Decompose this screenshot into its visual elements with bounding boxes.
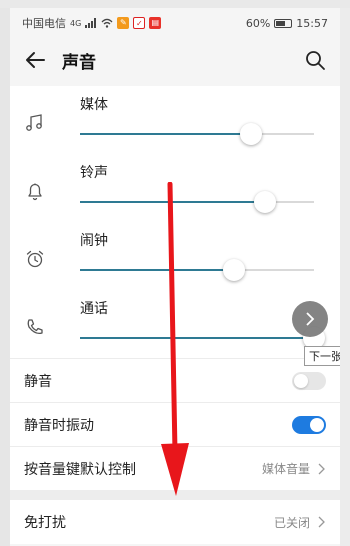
baidu-watermark: Baidu [230, 498, 288, 519]
volume-key-control-value: 媒体音量 [261, 462, 310, 476]
silent-toggle[interactable] [292, 371, 326, 390]
signal-icon [85, 18, 97, 28]
do-not-disturb-row[interactable]: 免打扰 已关闭 [10, 500, 340, 544]
call-volume-slider[interactable] [80, 327, 325, 349]
volume-row-call: 通话 [10, 290, 340, 358]
vibrate-when-silent-toggle[interactable] [292, 415, 326, 434]
carrier-label: 中国电信 [22, 17, 66, 30]
slider-fill [80, 337, 314, 339]
slider-thumb[interactable] [253, 191, 276, 213]
music-note-icon [26, 114, 42, 131]
back-arrow-icon[interactable] [24, 49, 46, 71]
next-image-tooltip: 下一张 [304, 346, 340, 366]
toggle-knob [294, 373, 308, 388]
toggle-knob [310, 417, 324, 432]
phone-icon [27, 319, 43, 335]
clock: 15:57 [296, 16, 328, 30]
app-notification-icon: ✎ [117, 17, 130, 29]
silent-label: 静音 [24, 373, 52, 390]
status-left: 中国电信 4G ✎ ✓ ▤ [22, 15, 162, 31]
wifi-icon [101, 18, 113, 28]
slider-fill [80, 269, 235, 271]
slider-thumb[interactable] [223, 259, 246, 281]
volume-row-media: 媒体 [10, 86, 340, 154]
next-image-button[interactable] [292, 301, 328, 337]
chevron-right-icon [318, 463, 325, 474]
settings-card: 媒体 铃声 闹钟 通话 静音 静音时振动 按音量键默认控制 媒体音量 [10, 86, 340, 490]
page-title: 声音 [62, 52, 96, 73]
volume-label: 媒体 [80, 97, 108, 113]
media-volume-slider[interactable] [80, 123, 314, 145]
search-icon[interactable] [304, 49, 326, 71]
slider-fill [80, 133, 251, 135]
app-notification-icon: ▤ [149, 17, 162, 29]
status-bar: 中国电信 4G ✎ ✓ ▤ 60% 15:57 [10, 8, 340, 38]
app-header: 声音 [10, 38, 340, 82]
alarm-clock-icon [26, 250, 44, 268]
bell-icon [28, 183, 42, 201]
battery-icon [274, 18, 293, 28]
volume-key-control-label: 按音量键默认控制 [24, 461, 136, 478]
slider-thumb[interactable] [239, 123, 262, 145]
volume-label: 通话 [80, 301, 108, 317]
signal-label: 4G [70, 18, 82, 28]
vibrate-when-silent-label: 静音时振动 [24, 417, 94, 434]
section-gap [10, 490, 340, 500]
status-right: 60% 15:57 [246, 17, 328, 30]
battery-percent: 60% [245, 16, 271, 30]
volume-row-alarm: 闹钟 [10, 222, 340, 290]
chevron-right-icon [318, 516, 325, 528]
volume-key-control-value-wrap: 媒体音量 [262, 460, 326, 477]
volume-row-ringtone: 铃声 [10, 154, 340, 222]
background-right-strip [340, 8, 350, 546]
app-notification-icon: ✓ [133, 17, 146, 29]
dnd-card: 免打扰 已关闭 [10, 500, 340, 544]
vibrate-when-silent-row[interactable]: 静音时振动 [10, 402, 340, 446]
ringtone-volume-slider[interactable] [80, 191, 314, 213]
volume-key-control-row[interactable]: 按音量键默认控制 媒体音量 [10, 446, 340, 490]
silent-row[interactable]: 静音 [10, 358, 340, 402]
phone-screen: 中国电信 4G ✎ ✓ ▤ 60% 15:57 声音 媒体 铃声 闹钟 通话 静… [10, 8, 340, 546]
do-not-disturb-label: 免打扰 [24, 515, 66, 531]
volume-label: 铃声 [80, 165, 108, 181]
background-window-bar [0, 0, 350, 8]
volume-label: 闹钟 [80, 233, 108, 249]
chevron-right-icon [306, 312, 315, 326]
background-left-strip [0, 8, 10, 546]
slider-fill [80, 201, 265, 203]
alarm-volume-slider[interactable] [80, 259, 314, 281]
